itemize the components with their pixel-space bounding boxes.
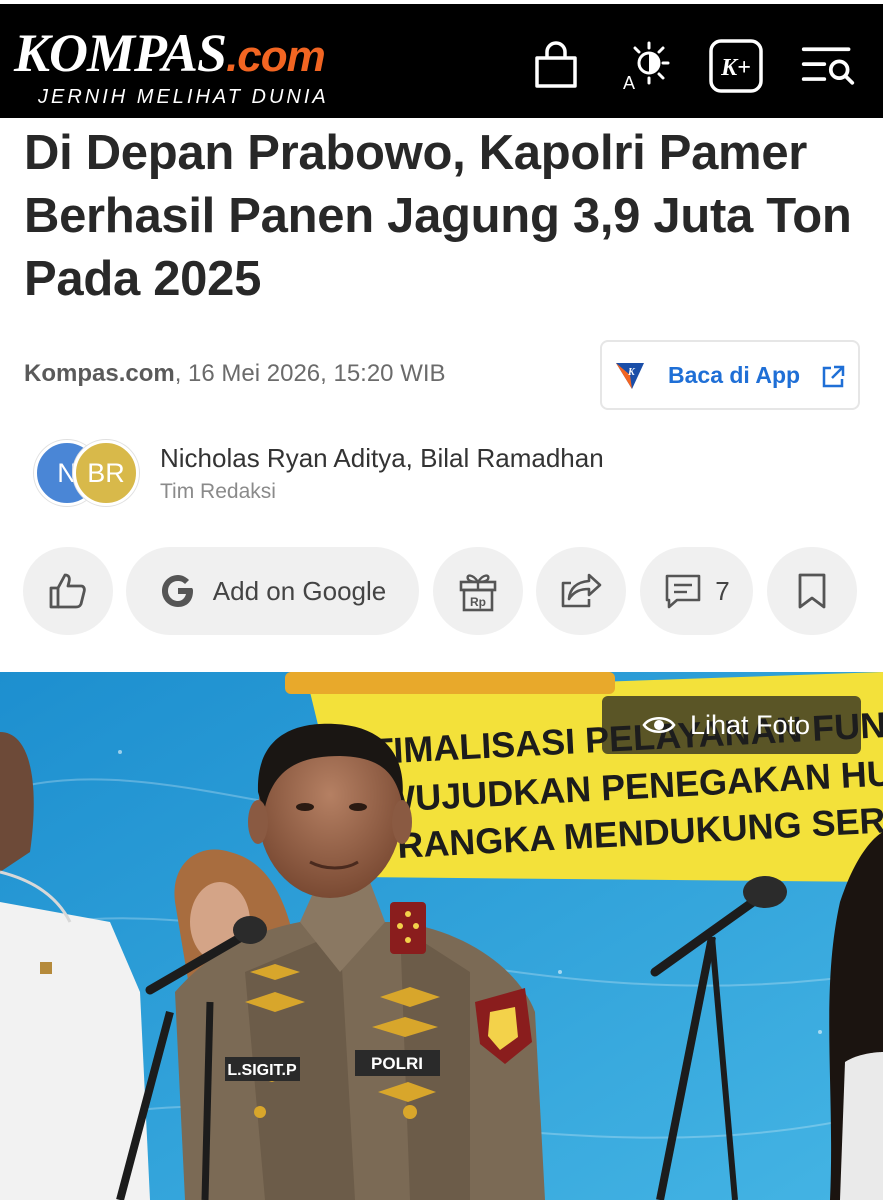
- bookmark-button[interactable]: [767, 547, 857, 635]
- gift-rp-icon: Rp: [459, 574, 497, 612]
- view-photo-label: Lihat Foto: [690, 709, 811, 740]
- polri-tag: POLRI: [371, 1054, 423, 1073]
- contrast-letter: A: [623, 73, 635, 93]
- article-meta: Kompas.com, 16 Mei 2026, 15:20 WIB: [24, 360, 446, 388]
- add-on-google-label: Add on Google: [212, 575, 387, 606]
- thumbs-up-icon: [49, 573, 86, 609]
- shopping-bag-icon[interactable]: [528, 38, 584, 94]
- site-header: KOMPAS.com JERNIH MELIHAT DUNIA A K+: [0, 0, 883, 118]
- eye-icon: [642, 716, 676, 734]
- kplus-label: K+: [720, 55, 751, 81]
- svg-text:K: K: [627, 367, 636, 378]
- article-authors[interactable]: Nicholas Ryan Aditya, Bilal Ramadhan: [160, 443, 604, 474]
- share-button[interactable]: [536, 547, 626, 635]
- gift-rp-label: Rp: [470, 595, 486, 609]
- kompas-app-icon: K: [616, 363, 644, 389]
- article-source[interactable]: Kompas.com: [24, 360, 175, 387]
- view-photo-button[interactable]: Lihat Foto: [602, 696, 861, 754]
- logo-tagline: JERNIH MELIHAT DUNIA: [38, 86, 329, 108]
- officer-name-tag: L.SIGIT.P: [227, 1062, 297, 1079]
- read-in-app-label: Baca di App: [668, 361, 801, 388]
- comment-icon: [665, 574, 701, 609]
- share-icon: [561, 573, 602, 608]
- external-link-icon: [822, 365, 845, 388]
- logo-main-text: KOMPAS: [14, 23, 227, 83]
- article-datetime: , 16 Mei 2026, 15:20 WIB: [174, 360, 446, 387]
- read-in-app-button[interactable]: K Baca di App: [600, 340, 860, 410]
- kompas-logo[interactable]: KOMPAS.com JERNIH MELIHAT DUNIA: [14, 26, 329, 109]
- like-button[interactable]: [23, 547, 113, 635]
- bookmark-icon: [798, 573, 826, 609]
- kompas-plus-icon[interactable]: K+: [708, 38, 764, 94]
- article-title: Di Depan Prabowo, Kapolri Pamer Berhasil…: [24, 126, 852, 306]
- author-team: Tim Redaksi: [160, 480, 276, 503]
- comment-button[interactable]: 7: [640, 547, 753, 635]
- author-avatar-2[interactable]: BR: [73, 440, 139, 506]
- menu-search-icon[interactable]: [800, 38, 856, 94]
- add-on-google-button[interactable]: Add on Google: [126, 547, 419, 635]
- gift-button[interactable]: Rp: [433, 547, 523, 635]
- font-contrast-icon[interactable]: A: [618, 38, 674, 94]
- google-icon: [161, 575, 193, 607]
- comment-count: 7: [715, 575, 730, 606]
- logo-suffix-text: .com: [226, 32, 326, 81]
